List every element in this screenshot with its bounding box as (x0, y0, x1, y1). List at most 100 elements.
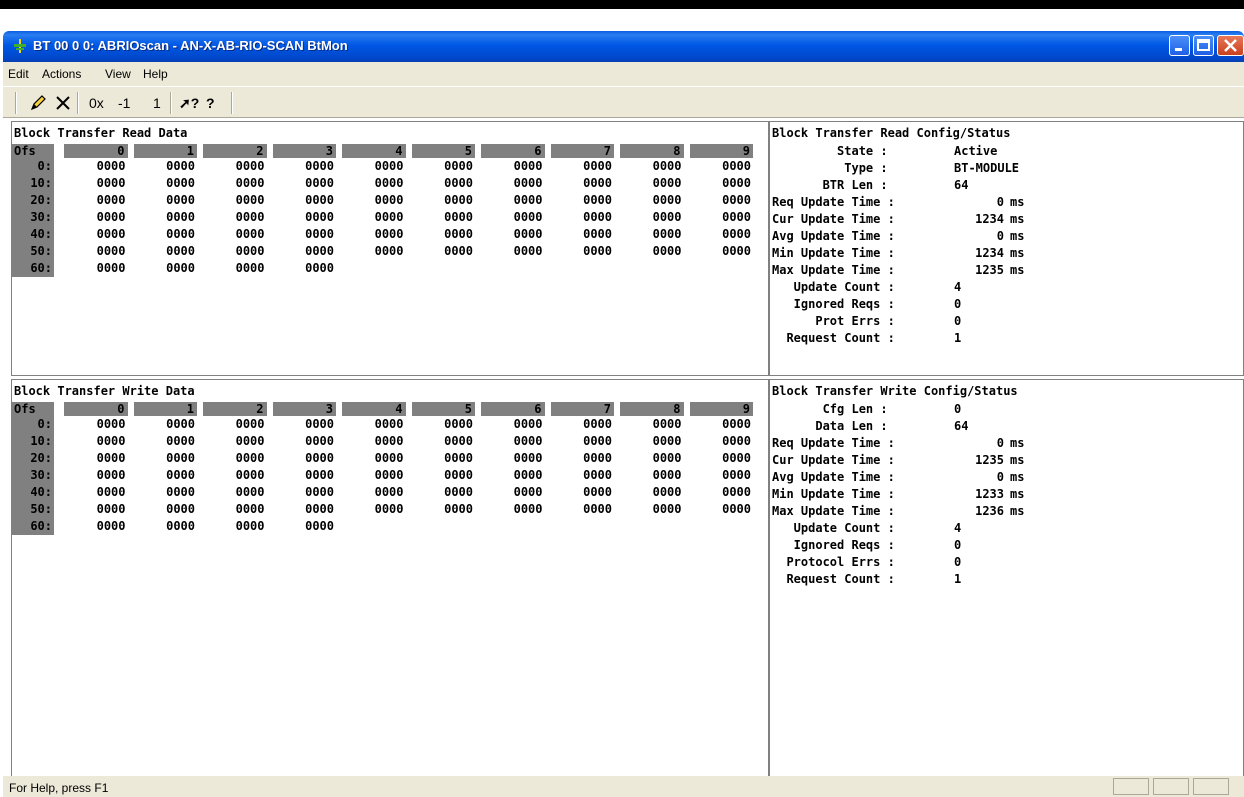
data-cell[interactable]: 0000 (412, 416, 473, 433)
data-cell[interactable]: 0000 (342, 175, 404, 192)
data-cell[interactable]: 0000 (690, 175, 751, 192)
data-cell[interactable]: 0000 (412, 192, 473, 209)
data-cell[interactable]: 0000 (64, 226, 126, 243)
data-cell[interactable]: 0000 (134, 158, 195, 175)
data-cell[interactable]: 0000 (551, 175, 612, 192)
data-cell[interactable]: 0000 (551, 501, 612, 518)
data-cell[interactable]: 0000 (481, 243, 543, 260)
data-cell[interactable]: 0000 (481, 226, 543, 243)
data-cell[interactable]: 0000 (481, 175, 543, 192)
data-cell[interactable]: 0000 (412, 158, 473, 175)
data-cell[interactable]: 0000 (273, 243, 334, 260)
data-cell[interactable]: 0000 (620, 484, 682, 501)
data-cell[interactable]: 0000 (342, 226, 404, 243)
data-cell[interactable]: 0000 (273, 209, 334, 226)
data-cell[interactable]: 0000 (203, 467, 265, 484)
data-cell[interactable]: 0000 (203, 416, 265, 433)
data-cell[interactable]: 0000 (342, 243, 404, 260)
data-cell[interactable]: 0000 (64, 467, 126, 484)
data-cell[interactable]: 0000 (342, 484, 404, 501)
data-cell[interactable]: 0000 (64, 209, 126, 226)
help-icon[interactable]: ? (206, 93, 215, 113)
data-cell[interactable]: 0000 (273, 484, 334, 501)
one-button[interactable]: 1 (153, 93, 161, 113)
data-cell[interactable]: 0000 (412, 226, 473, 243)
context-help-button[interactable]: ➚? (179, 93, 199, 113)
data-cell[interactable]: 0000 (203, 260, 265, 277)
data-cell[interactable]: 0000 (551, 226, 612, 243)
data-cell[interactable]: 0000 (481, 501, 543, 518)
data-cell[interactable]: 0000 (64, 260, 126, 277)
data-cell[interactable]: 0000 (481, 158, 543, 175)
minus-one-button[interactable]: -1 (118, 93, 130, 113)
data-cell[interactable]: 0000 (620, 450, 682, 467)
data-cell[interactable]: 0000 (481, 467, 543, 484)
data-cell[interactable]: 0000 (551, 450, 612, 467)
data-cell[interactable]: 0000 (620, 433, 682, 450)
data-cell[interactable]: 0000 (690, 433, 751, 450)
data-cell[interactable]: 0000 (134, 226, 195, 243)
data-cell[interactable]: 0000 (481, 433, 543, 450)
data-cell[interactable]: 0000 (134, 416, 195, 433)
data-cell[interactable]: 0000 (64, 243, 126, 260)
data-cell[interactable]: 0000 (273, 450, 334, 467)
data-cell[interactable]: 0000 (134, 433, 195, 450)
data-cell[interactable]: 0000 (412, 209, 473, 226)
data-cell[interactable]: 0000 (64, 192, 126, 209)
data-cell[interactable]: 0000 (134, 260, 195, 277)
data-cell[interactable]: 0000 (273, 158, 334, 175)
data-cell[interactable]: 0000 (551, 192, 612, 209)
data-cell[interactable]: 0000 (203, 158, 265, 175)
data-cell[interactable]: 0000 (134, 243, 195, 260)
data-cell[interactable]: 0000 (412, 484, 473, 501)
data-cell[interactable]: 0000 (64, 175, 126, 192)
data-cell[interactable]: 0000 (134, 501, 195, 518)
data-cell[interactable]: 0000 (203, 243, 265, 260)
data-cell[interactable]: 0000 (412, 450, 473, 467)
data-cell[interactable]: 0000 (481, 450, 543, 467)
data-cell[interactable]: 0000 (551, 433, 612, 450)
data-cell[interactable]: 0000 (690, 416, 751, 433)
data-cell[interactable]: 0000 (690, 192, 751, 209)
data-cell[interactable]: 0000 (273, 501, 334, 518)
data-cell[interactable]: 0000 (551, 243, 612, 260)
data-cell[interactable]: 0000 (64, 433, 126, 450)
data-cell[interactable]: 0000 (342, 433, 404, 450)
data-cell[interactable]: 0000 (690, 226, 751, 243)
data-cell[interactable]: 0000 (551, 416, 612, 433)
data-cell[interactable]: 0000 (134, 518, 195, 535)
data-cell[interactable]: 0000 (481, 416, 543, 433)
data-cell[interactable]: 0000 (134, 467, 195, 484)
data-cell[interactable]: 0000 (690, 501, 751, 518)
data-cell[interactable]: 0000 (203, 433, 265, 450)
data-cell[interactable]: 0000 (690, 209, 751, 226)
data-cell[interactable]: 0000 (273, 260, 334, 277)
data-cell[interactable]: 0000 (342, 192, 404, 209)
data-cell[interactable]: 0000 (134, 450, 195, 467)
data-cell[interactable]: 0000 (690, 158, 751, 175)
data-cell[interactable]: 0000 (342, 501, 404, 518)
data-cell[interactable]: 0000 (64, 450, 126, 467)
data-cell[interactable]: 0000 (481, 209, 543, 226)
data-cell[interactable]: 0000 (412, 175, 473, 192)
data-cell[interactable]: 0000 (620, 501, 682, 518)
menu-edit[interactable]: Edit (8, 67, 29, 81)
data-cell[interactable]: 0000 (412, 467, 473, 484)
data-cell[interactable]: 0000 (273, 175, 334, 192)
data-cell[interactable]: 0000 (412, 501, 473, 518)
data-cell[interactable]: 0000 (203, 226, 265, 243)
edit-pencil-icon[interactable] (28, 93, 48, 113)
delete-x-icon[interactable] (53, 93, 73, 113)
data-cell[interactable]: 0000 (342, 416, 404, 433)
data-cell[interactable]: 0000 (64, 158, 126, 175)
menu-actions[interactable]: Actions (42, 67, 81, 81)
data-cell[interactable]: 0000 (690, 484, 751, 501)
data-cell[interactable]: 0000 (690, 243, 751, 260)
data-cell[interactable]: 0000 (620, 416, 682, 433)
hex-toggle-button[interactable]: 0x (89, 93, 104, 113)
data-cell[interactable]: 0000 (134, 209, 195, 226)
close-button[interactable] (1217, 35, 1244, 56)
data-cell[interactable]: 0000 (620, 158, 682, 175)
data-cell[interactable]: 0000 (342, 450, 404, 467)
menu-view[interactable]: View (105, 67, 131, 81)
